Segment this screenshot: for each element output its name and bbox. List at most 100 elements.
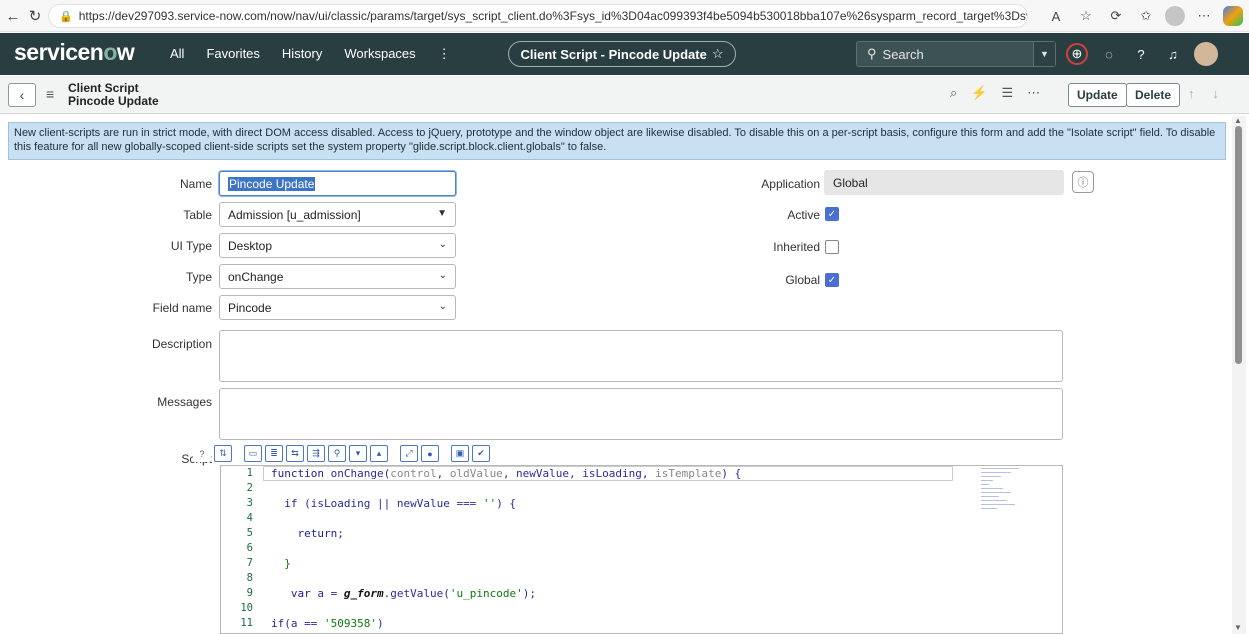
code-line: var a = g_form.getValue('u_pincode');: [290, 587, 536, 600]
replace-all-icon[interactable]: ⇶: [307, 445, 325, 462]
chevron-down-icon[interactable]: ▾: [349, 445, 367, 462]
application-label: Application: [761, 177, 820, 191]
script-toolbar: ? ⇅ ▭ ≣ ⇆ ⇶ ⚲ ▾ ▴ ⤢ ● ▣ ✔: [193, 445, 490, 462]
type-select[interactable]: onChange ⌄: [219, 264, 456, 289]
info-banner: New client-scripts are run in strict mod…: [8, 122, 1226, 160]
update-button[interactable]: Update: [1068, 83, 1127, 107]
servicenow-logo[interactable]: servicenow: [14, 39, 135, 66]
line-gutter: 1 2 3 4 5 6 7 8 9 10 11: [221, 466, 263, 633]
script-tree-icon[interactable]: ⇅: [214, 445, 232, 462]
search-icon: ⚲: [867, 46, 877, 61]
messages-label: Messages: [157, 395, 212, 409]
global-checkbox[interactable]: ✓: [825, 273, 839, 287]
help-icon[interactable]: ?: [193, 445, 211, 462]
read-aloud-icon[interactable]: A: [1045, 5, 1067, 27]
debug-icon[interactable]: ●: [421, 445, 439, 462]
notification-bell-icon[interactable]: ♫: [1162, 43, 1184, 65]
arrow-down-icon[interactable]: ↓: [1213, 86, 1220, 101]
back-arrow-icon[interactable]: ←: [2, 5, 24, 27]
info-icon[interactable]: ⓘ: [1072, 171, 1094, 193]
application-field: Global: [824, 170, 1064, 195]
user-avatar[interactable]: [1194, 42, 1218, 66]
refresh-icon[interactable]: ↻: [24, 5, 46, 27]
save-icon[interactable]: ▣: [451, 445, 469, 462]
replace-icon[interactable]: ⇆: [286, 445, 304, 462]
line-number: 6: [246, 542, 253, 554]
record-title-pill[interactable]: Client Script - Pincode Update ☆: [508, 41, 736, 67]
search-scope-dropdown[interactable]: ▼: [1033, 42, 1055, 66]
format-icon[interactable]: ≣: [265, 445, 283, 462]
inherited-checkbox[interactable]: [825, 240, 839, 254]
line-number: 8: [246, 572, 253, 584]
arrow-up-icon[interactable]: ↑: [1188, 86, 1195, 101]
header-icons: ⊕ ◌ ? ♫: [1066, 42, 1218, 66]
browser-actions: A ☆ ⟳ ✩ ⋯: [1045, 5, 1243, 27]
browser-toolbar: ← ↻ 🔒 https://dev297093.service-now.com/…: [0, 0, 1249, 32]
comment-icon[interactable]: ▭: [244, 445, 262, 462]
settings-sliders-icon[interactable]: ☰: [1001, 85, 1013, 101]
code-line: if (isLoading || newValue === '') {: [284, 497, 517, 510]
nav-favorites[interactable]: Favorites: [206, 46, 259, 62]
line-number: 7: [246, 557, 253, 569]
scrollbar-thumb[interactable]: [1235, 126, 1242, 364]
globe-icon[interactable]: ⊕: [1066, 43, 1088, 65]
nav-workspaces[interactable]: Workspaces: [344, 46, 415, 62]
search-icon[interactable]: ⚲: [328, 445, 346, 462]
nav-all[interactable]: All: [170, 46, 184, 62]
extensions-icon[interactable]: ⟳: [1105, 5, 1127, 27]
line-number: 10: [240, 602, 253, 614]
description-label: Description: [151, 337, 212, 351]
code-line: return;: [297, 527, 344, 540]
field-name-label: Field name: [152, 301, 212, 315]
profile-avatar[interactable]: [1165, 6, 1185, 26]
name-field[interactable]: Pincode Update: [219, 171, 456, 196]
context-menu-icon[interactable]: ≡: [46, 86, 54, 102]
line-number: 1: [246, 467, 253, 479]
active-checkbox[interactable]: ✓: [825, 207, 839, 221]
form-tools: ⌕ ⚡ ☰ ⋯: [950, 85, 1040, 101]
code-minimap[interactable]: [981, 468, 1021, 548]
line-number: 9: [246, 587, 253, 599]
nav-history[interactable]: History: [282, 46, 322, 62]
scroll-up-arrow-icon[interactable]: ▲: [1234, 116, 1242, 125]
description-textarea[interactable]: [219, 330, 1063, 382]
fullscreen-icon[interactable]: ⤢: [400, 445, 418, 462]
line-number: 3: [246, 497, 253, 509]
chevron-up-icon[interactable]: ▴: [370, 445, 388, 462]
chat-icon[interactable]: ◌: [1098, 43, 1120, 65]
scroll-down-arrow-icon[interactable]: ▼: [1234, 623, 1242, 632]
ui-type-select[interactable]: Desktop ⌄: [219, 233, 456, 258]
favorite-star-icon[interactable]: ☆: [1075, 5, 1097, 27]
name-label: Name: [179, 177, 212, 191]
back-button[interactable]: ‹: [8, 83, 36, 107]
nav-more[interactable]: ⋮: [438, 46, 451, 62]
table-select[interactable]: Admission [u_admission] ▼: [219, 202, 456, 227]
delete-button[interactable]: Delete: [1126, 83, 1181, 107]
address-bar[interactable]: 🔒 https://dev297093.service-now.com/now/…: [48, 4, 1028, 28]
line-number: 4: [246, 512, 253, 524]
favorite-star-icon[interactable]: ☆: [712, 46, 724, 62]
type-label: Type: [185, 270, 212, 284]
attachment-icon[interactable]: ⌕: [950, 85, 957, 101]
page-scrollbar[interactable]: ▲ ▼: [1232, 116, 1246, 634]
ui-type-label: UI Type: [170, 239, 212, 253]
script-editor[interactable]: 1 2 3 4 5 6 7 8 9 10 11 function onChang…: [220, 465, 1063, 634]
messages-textarea[interactable]: [219, 388, 1063, 440]
record-nav: ↑ ↓: [1188, 86, 1219, 101]
more-options-icon[interactable]: ⋯: [1027, 85, 1040, 101]
chevron-down-icon: ⌄: [438, 301, 447, 312]
more-icon[interactable]: ⋯: [1193, 5, 1215, 27]
global-search[interactable]: ⚲ Search ▼: [856, 41, 1056, 67]
syntax-check-icon[interactable]: ✔: [472, 445, 490, 462]
field-name-select[interactable]: Pincode ⌄: [219, 295, 456, 320]
activity-icon[interactable]: ⚡: [971, 85, 987, 101]
copilot-icon[interactable]: [1223, 6, 1243, 26]
dropdown-arrow-icon: ▼: [437, 208, 447, 219]
inherited-label: Inherited: [773, 240, 820, 254]
code-line: if(a == '509358'): [271, 617, 384, 630]
collections-icon[interactable]: ✩: [1135, 5, 1157, 27]
line-number: 5: [246, 527, 253, 539]
line-number: 11: [240, 617, 253, 629]
form-title: Client Script Pincode Update: [68, 81, 159, 108]
help-icon[interactable]: ?: [1130, 43, 1152, 65]
